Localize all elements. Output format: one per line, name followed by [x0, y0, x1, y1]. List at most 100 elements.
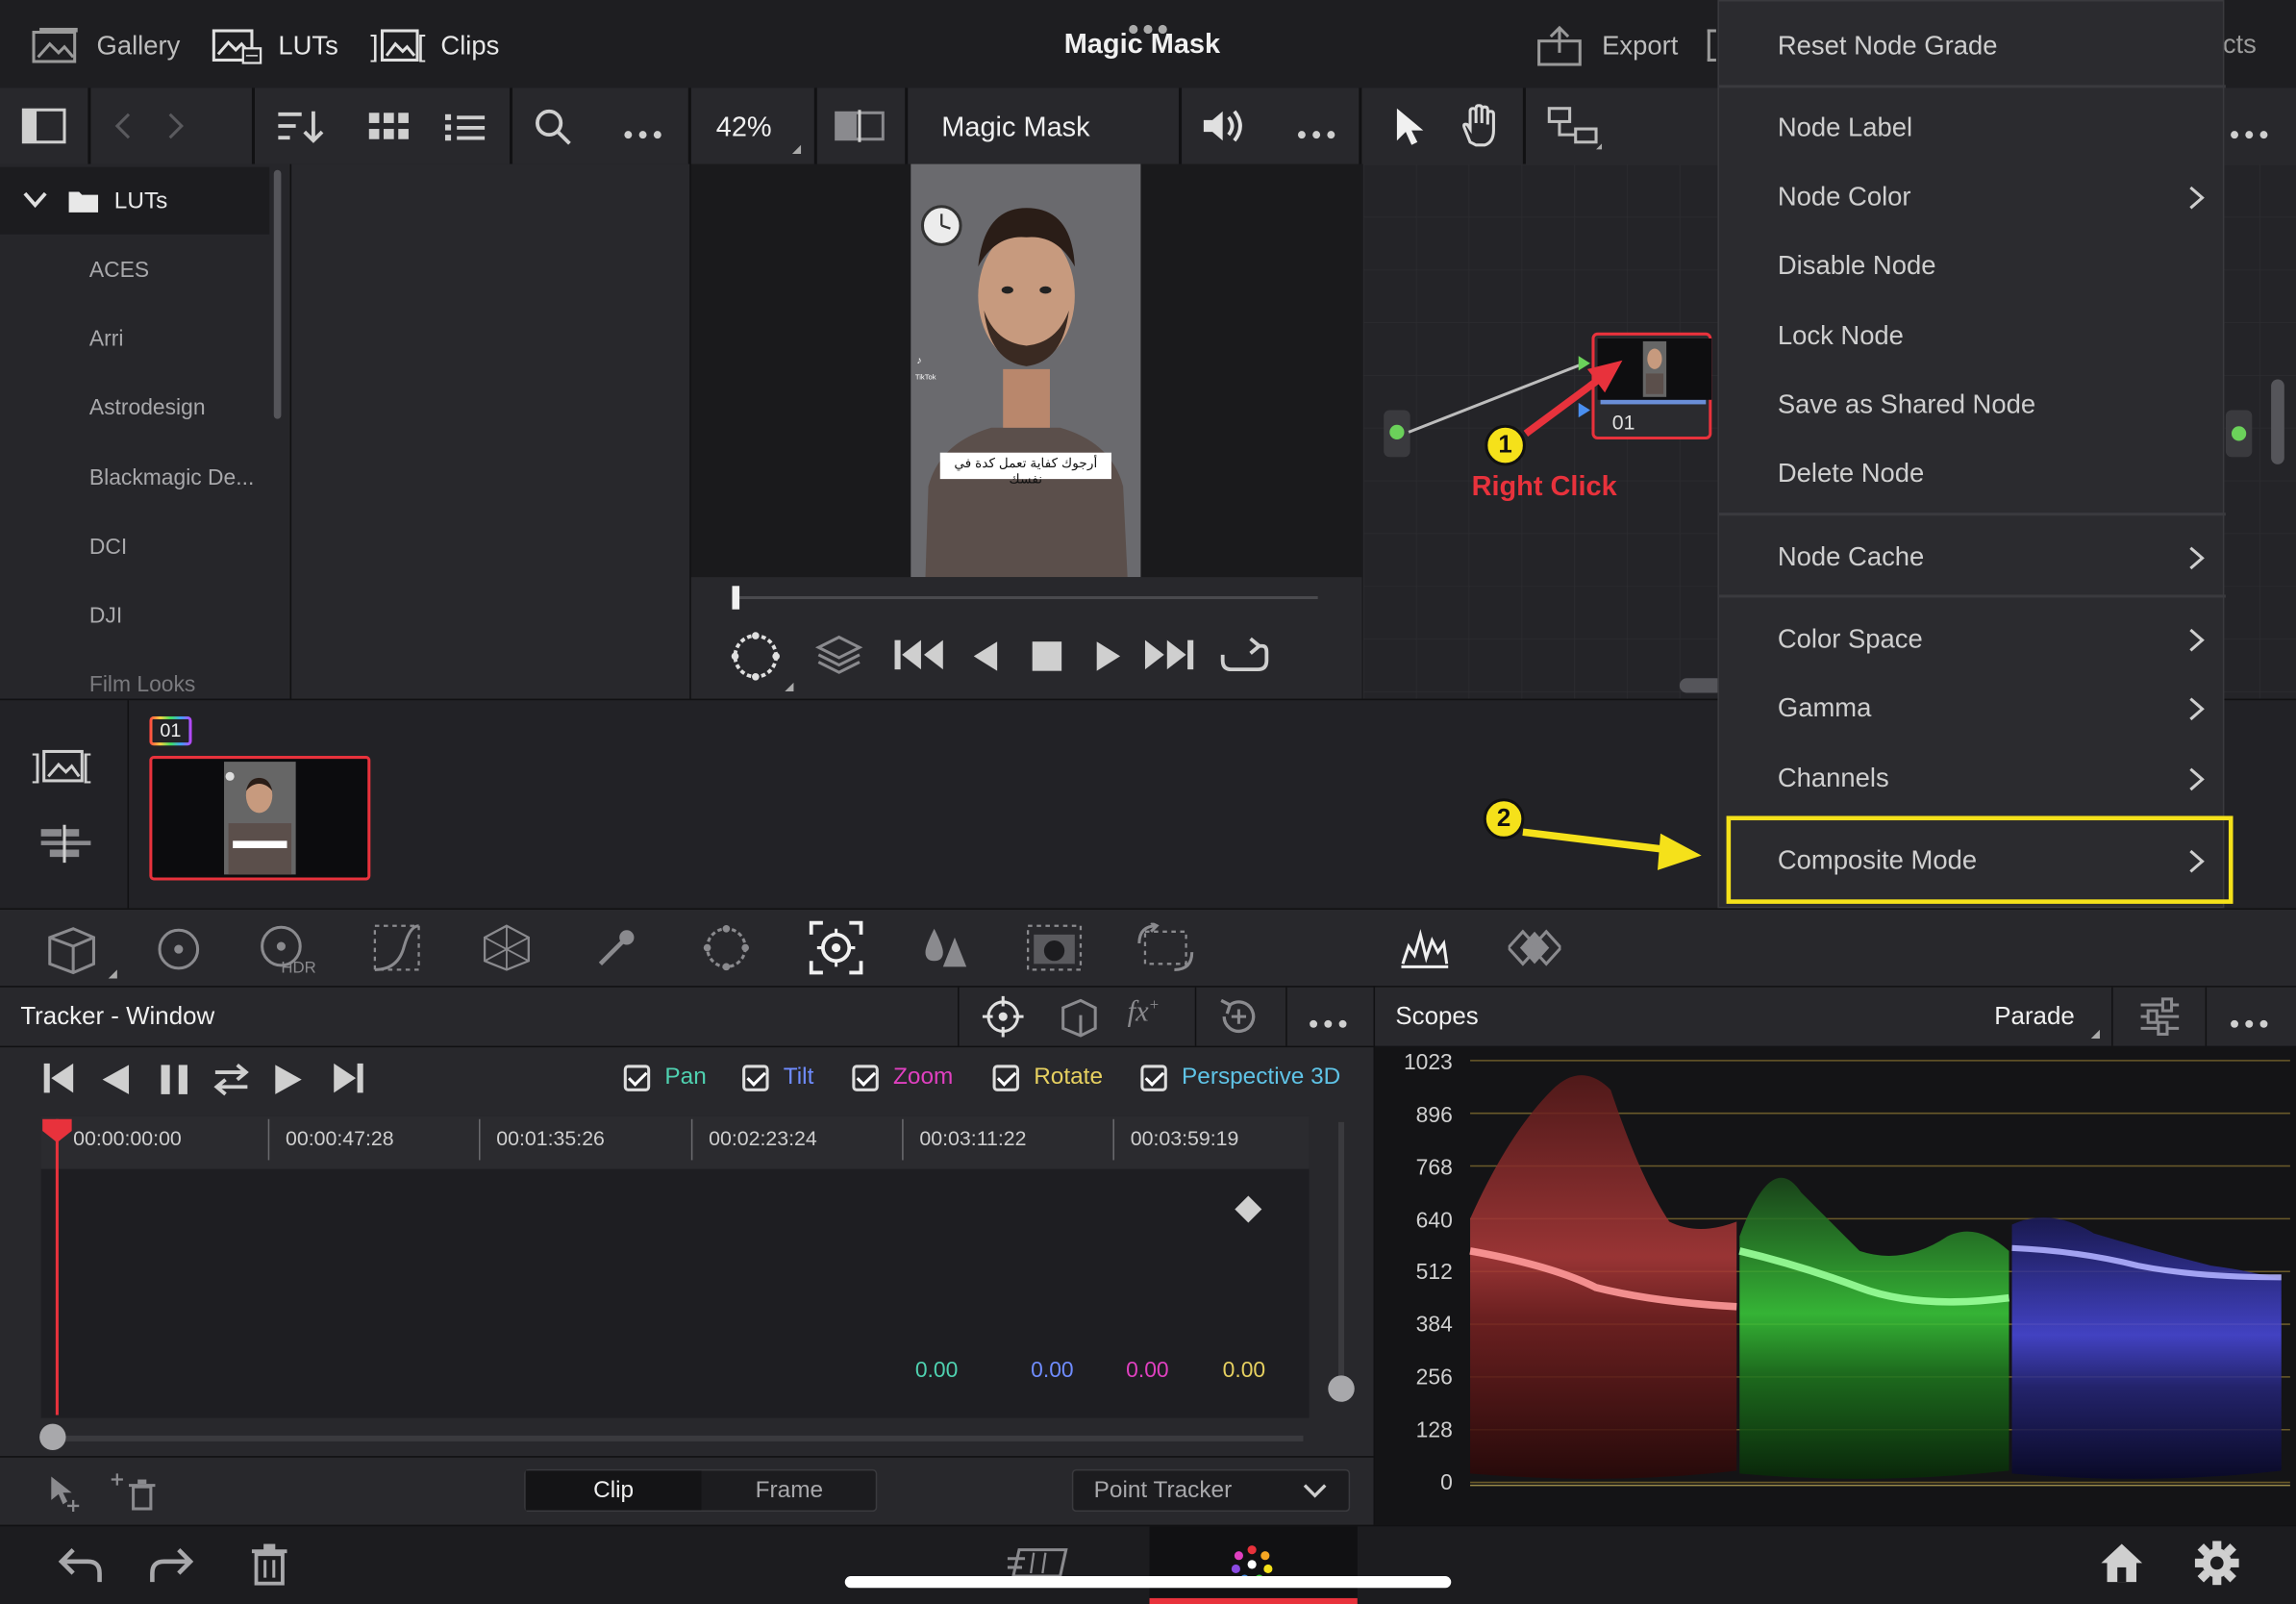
lut-item-dci[interactable]: DCI — [89, 535, 127, 560]
play-reverse-icon[interactable] — [969, 640, 1002, 680]
key-tool-icon[interactable] — [1025, 923, 1084, 980]
node-v-scrollbar[interactable] — [2271, 379, 2284, 464]
viewer-scrubber[interactable] — [735, 595, 1318, 600]
play-icon[interactable] — [1092, 640, 1125, 680]
tracker-tool-icon[interactable] — [809, 920, 864, 984]
track-first-frame-icon[interactable] — [41, 1061, 77, 1103]
viewer-clip-title[interactable]: Magic Mask — [941, 113, 1089, 145]
clip-view-icon[interactable]: ][ — [33, 744, 97, 795]
segment-frame[interactable]: Frame — [703, 1470, 876, 1510]
check-tilt[interactable]: Tilt — [742, 1065, 813, 1091]
timeline-view-icon[interactable] — [38, 824, 94, 870]
clip-thumbnail[interactable] — [149, 756, 371, 881]
viewer-more-icon[interactable] — [1296, 121, 1340, 147]
menu-channels[interactable]: Channels — [1719, 744, 2226, 814]
tracker-h-scroll-handle[interactable] — [39, 1423, 66, 1451]
gallery-button[interactable]: Gallery — [29, 20, 180, 70]
node-more-icon[interactable] — [2229, 121, 2273, 147]
tracker-zoom-slider-track[interactable] — [1337, 1121, 1345, 1383]
lut-item-arri[interactable]: Arri — [89, 327, 124, 352]
menu-delete-node[interactable]: Delete Node — [1719, 439, 2226, 509]
menu-color-space[interactable]: Color Space — [1719, 605, 2226, 674]
menu-disable-node[interactable]: Disable Node — [1719, 232, 2226, 301]
keyframes-tool-icon[interactable] — [1506, 929, 1563, 974]
lut-scrollbar[interactable] — [273, 169, 282, 419]
undo-icon[interactable] — [53, 1544, 103, 1592]
check-pan[interactable]: Pan — [623, 1065, 707, 1091]
blur-tool-icon[interactable] — [919, 923, 969, 980]
sort-icon[interactable] — [275, 106, 325, 154]
lut-item-dji[interactable]: DJI — [89, 604, 122, 629]
more-options-icon[interactable] — [622, 121, 666, 147]
color-warper-icon[interactable] — [481, 923, 534, 980]
tracker-h-scroll-track[interactable] — [55, 1435, 1304, 1441]
loop-icon[interactable] — [1218, 635, 1271, 683]
stabilizer-icon[interactable] — [1055, 996, 1102, 1044]
track-last-frame-icon[interactable] — [331, 1061, 366, 1103]
scopes-more-icon[interactable] — [2229, 1011, 2273, 1037]
redo-icon[interactable] — [149, 1544, 199, 1592]
segment-clip[interactable]: Clip — [525, 1470, 702, 1511]
tracker-playhead-handle[interactable] — [41, 1116, 74, 1145]
delete-tracker-point-icon[interactable] — [109, 1470, 159, 1518]
curves-icon[interactable] — [372, 923, 422, 980]
hand-tool-icon[interactable] — [1459, 104, 1503, 155]
window-tool-icon[interactable] — [700, 923, 753, 980]
chevron-down-icon[interactable] — [20, 188, 49, 218]
scopes-tool-icon[interactable] — [1400, 926, 1450, 977]
home-icon[interactable] — [2098, 1541, 2145, 1591]
back-icon[interactable] — [112, 109, 135, 151]
lut-tool-icon[interactable] — [41, 923, 123, 990]
add-tracker-point-icon[interactable] — [47, 1473, 83, 1518]
zoom-level[interactable]: 42% — [716, 113, 772, 145]
check-rotate[interactable]: Rotate — [992, 1065, 1103, 1091]
clips-button[interactable]: ][ Clips — [370, 20, 499, 70]
lut-item-blackmagic[interactable]: Blackmagic De... — [89, 465, 254, 490]
check-zoom[interactable]: Zoom — [852, 1065, 953, 1091]
pointer-tool-icon[interactable] — [1391, 106, 1427, 154]
track-reverse-icon[interactable] — [100, 1064, 133, 1103]
settings-gear-icon[interactable] — [2193, 1540, 2240, 1593]
forward-icon[interactable] — [164, 109, 187, 151]
search-icon[interactable] — [533, 107, 574, 155]
track-pause-icon[interactable] — [158, 1062, 190, 1104]
tracker-type-dropdown[interactable]: Point Tracker — [1071, 1468, 1351, 1513]
menu-node-cache[interactable]: Node Cache — [1719, 523, 2226, 592]
scope-mode-dropdown[interactable]: Parade — [1994, 1002, 2075, 1031]
menu-reset-node-grade[interactable]: Reset Node Grade — [1719, 12, 2226, 81]
hdr-wheels-icon[interactable]: HDR — [258, 923, 325, 983]
reset-tracker-icon[interactable] — [1215, 994, 1262, 1045]
viewer-playhead[interactable] — [732, 586, 740, 610]
sidebar-toggle-icon[interactable] — [20, 107, 67, 152]
viewer-mode-icon[interactable] — [835, 109, 885, 151]
node-layout-icon[interactable] — [1546, 106, 1603, 163]
lut-item-astrodesign[interactable]: Astrodesign — [89, 395, 206, 420]
check-perspective-3d[interactable]: Perspective 3D — [1140, 1065, 1340, 1091]
menu-node-color[interactable]: Node Color — [1719, 163, 2226, 232]
scope-settings-icon[interactable] — [2138, 996, 2183, 1044]
luts-button[interactable]: LUTs — [211, 20, 338, 70]
color-wheels-icon[interactable] — [155, 926, 202, 980]
skip-to-start-icon[interactable] — [891, 638, 947, 680]
stop-icon[interactable] — [1031, 640, 1063, 680]
tracker-playhead[interactable] — [55, 1118, 59, 1416]
power-window-icon[interactable] — [729, 630, 796, 702]
tracker-more-icon[interactable] — [1308, 1011, 1352, 1037]
menu-gamma[interactable]: Gamma — [1719, 674, 2226, 743]
volume-icon[interactable] — [1201, 106, 1248, 154]
track-both-directions-icon[interactable] — [212, 1061, 251, 1106]
track-forward-icon[interactable] — [272, 1064, 305, 1103]
tracker-timeline-ruler[interactable] — [40, 1115, 1310, 1169]
fx-icon[interactable]: fx+ — [1128, 996, 1160, 1030]
trash-icon[interactable] — [249, 1542, 290, 1593]
tracker-zoom-slider-handle[interactable] — [1328, 1375, 1355, 1402]
viewer-frame[interactable]: ♪ TikTok أرجوك كفاية تعمل كدة في نفسك — [911, 163, 1141, 578]
skip-to-end-icon[interactable] — [1142, 638, 1198, 680]
export-button[interactable]: Export — [1535, 20, 1678, 70]
sizing-tool-icon[interactable] — [1136, 921, 1195, 980]
layers-icon[interactable] — [814, 633, 864, 684]
menu-lock-node[interactable]: Lock Node — [1719, 302, 2226, 371]
lut-item-aces[interactable]: ACES — [89, 258, 149, 283]
menu-node-label[interactable]: Node Label — [1719, 93, 2226, 163]
tracker-target-icon[interactable] — [981, 994, 1025, 1045]
